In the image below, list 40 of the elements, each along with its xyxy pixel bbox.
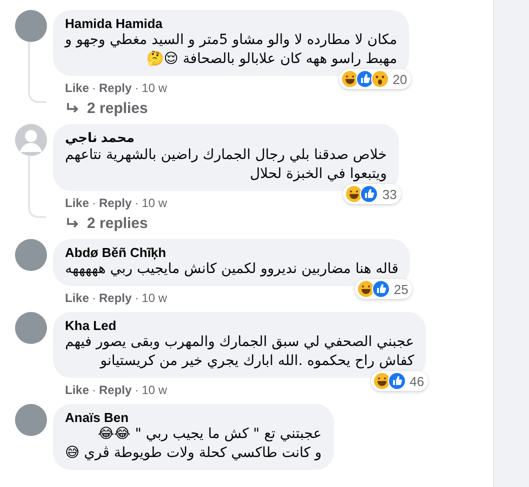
comment-time[interactable]: 10 w bbox=[142, 291, 168, 305]
reaction-summary[interactable]: 46 bbox=[370, 371, 428, 391]
comment-text: قاله هنا مضاربين نديروو لكمين كانش مايجيب ربي هههههه bbox=[65, 260, 398, 279]
author-name[interactable]: Anaïs Ben bbox=[65, 410, 129, 425]
like-link[interactable]: Like bbox=[65, 81, 90, 95]
like-link[interactable]: Like bbox=[65, 383, 90, 397]
author-name[interactable]: Abdø Běñ Chĩķh bbox=[65, 245, 166, 260]
reaction-count: 20 bbox=[392, 72, 408, 86]
comment-text: عجبتني تع " كش ما يجيب ربي " 😂😂 و كانت طاكسي كحلة ولات طويوطة ڨري 😅 bbox=[65, 425, 322, 463]
reply-link[interactable]: Reply bbox=[99, 383, 132, 397]
reaction-summary[interactable]: 33 bbox=[343, 184, 401, 204]
like-link[interactable]: Like bbox=[65, 196, 90, 210]
comment-text: مكان لا مطارده لا والو مشاو 5متر و السيد مغطي وجهو و مهبط راسو ههه كان علابالو بالصحافة 😌🤔 bbox=[65, 31, 398, 69]
separator-dot: · bbox=[134, 291, 139, 305]
comment-time[interactable]: 10 w bbox=[142, 196, 168, 210]
like-link[interactable]: Like bbox=[65, 291, 90, 305]
reply-link[interactable]: Reply bbox=[99, 291, 132, 305]
comment-text: خلاص صدقنا بلي رجال الجمارك راضين بالشهرية نتاعهم ويتبعوا في الخبزة لحلال bbox=[65, 146, 387, 184]
separator-dot: · bbox=[92, 196, 96, 210]
reaction-count: 46 bbox=[410, 374, 424, 388]
separator-dot: · bbox=[134, 383, 139, 397]
reaction-summary[interactable]: 25 bbox=[354, 279, 412, 299]
author-name[interactable]: Hamida Hamida bbox=[65, 16, 163, 31]
view-replies-link[interactable]: 2 replies bbox=[53, 210, 148, 232]
comment-time[interactable]: 10 w bbox=[142, 81, 168, 95]
reaction-summary[interactable]: 20 bbox=[338, 69, 412, 89]
reaction-count: 33 bbox=[382, 186, 397, 202]
reaction-count: 25 bbox=[394, 282, 408, 296]
separator-dot: · bbox=[92, 291, 96, 305]
separator-dot: · bbox=[134, 196, 139, 210]
separator-dot: · bbox=[92, 81, 96, 95]
comment-text: عجبني الصحفي لي سبق الجمارك والمهرب وبقى يصور فيهم كفاش راح يحكموه .الله ابارك يجري خير من كريستيانو bbox=[65, 333, 414, 371]
author-name[interactable]: محمد ناجي bbox=[65, 130, 135, 146]
separator-dot: · bbox=[134, 81, 139, 95]
comment-time[interactable]: 10 w bbox=[142, 383, 168, 397]
view-replies-link[interactable]: 2 replies bbox=[53, 95, 148, 117]
author-name[interactable]: Kha Led bbox=[65, 318, 116, 333]
separator-dot: · bbox=[92, 383, 96, 397]
reply-link[interactable]: Reply bbox=[99, 196, 132, 210]
reply-link[interactable]: Reply bbox=[99, 81, 132, 95]
